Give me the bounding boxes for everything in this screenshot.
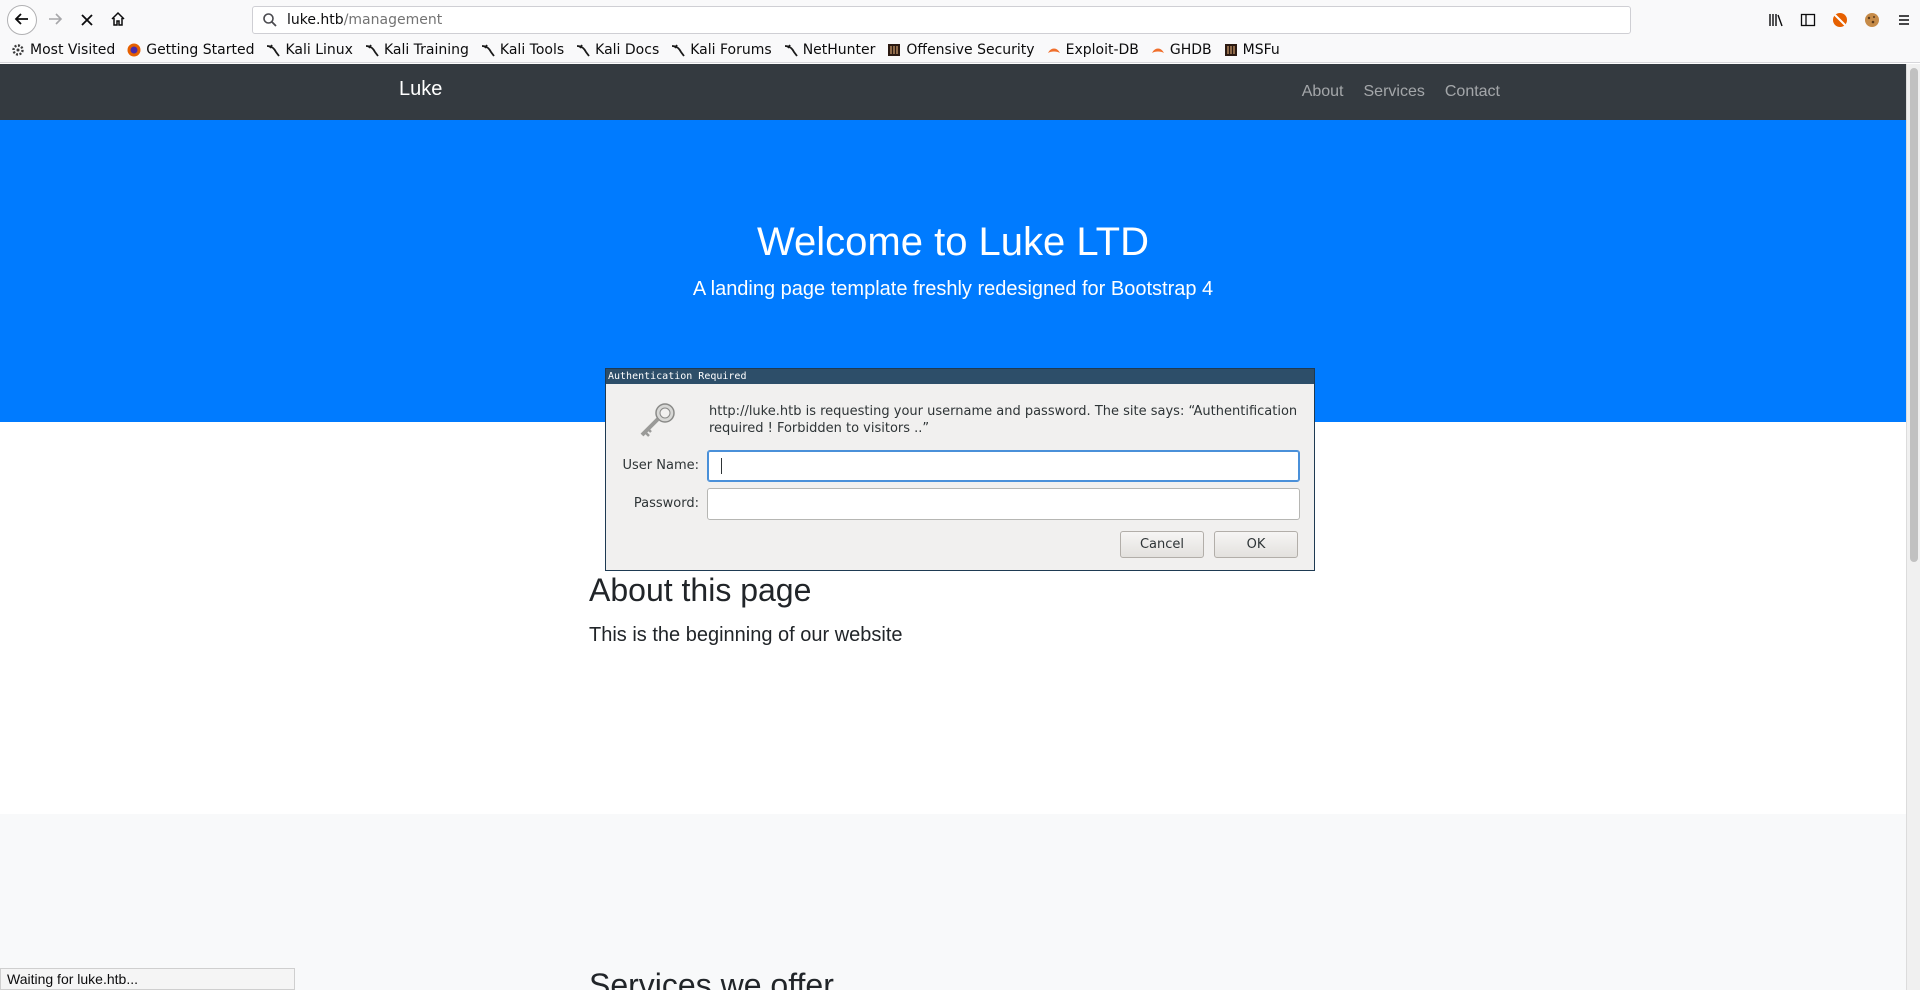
home-icon	[110, 10, 126, 30]
nav-link-about[interactable]: About	[1302, 83, 1344, 101]
bookmark-exploit-db[interactable]: Exploit-DB	[1046, 42, 1139, 58]
sidebar-icon[interactable]	[1792, 8, 1824, 32]
bookmark-kali-forums[interactable]: Kali Forums	[670, 42, 772, 58]
scrollbar-thumb[interactable]	[1910, 68, 1918, 562]
address-bar[interactable]: luke.htb/management	[252, 6, 1631, 34]
offsec-icon	[1223, 42, 1239, 58]
nav-link-services[interactable]: Services	[1364, 83, 1425, 101]
cancel-button[interactable]: Cancel	[1120, 531, 1204, 558]
offsec-icon	[886, 42, 902, 58]
password-label: Password:	[633, 496, 699, 511]
kali-dragon-icon	[575, 42, 591, 58]
nav-link-contact[interactable]: Contact	[1445, 83, 1500, 101]
cookie-icon[interactable]	[1856, 8, 1888, 32]
site-nav-links: About Services Contact	[1282, 83, 1500, 101]
forward-button[interactable]	[41, 6, 69, 34]
services-section	[0, 814, 1906, 990]
kali-dragon-icon	[480, 42, 496, 58]
kali-dragon-icon	[783, 42, 799, 58]
gear-icon	[10, 42, 26, 58]
password-field[interactable]	[707, 488, 1300, 520]
auth-dialog: Authentication Required http://luke.htb …	[605, 368, 1315, 571]
bookmark-kali-tools[interactable]: Kali Tools	[480, 42, 564, 58]
page-scrollbar[interactable]	[1906, 64, 1920, 990]
exploitdb-icon	[1150, 42, 1166, 58]
bookmark-ghdb[interactable]: GHDB	[1150, 42, 1212, 58]
stop-button[interactable]	[73, 6, 101, 34]
key-icon	[636, 399, 680, 447]
firefox-icon	[126, 42, 142, 58]
services-title: Services we offer	[589, 967, 834, 990]
hero-title: Welcome to Luke LTD	[756, 220, 1149, 264]
text-caret	[721, 458, 722, 474]
exploitdb-icon	[1046, 42, 1062, 58]
bookmarks-toolbar: Most Visited Getting Started Kali Linux …	[10, 38, 1291, 62]
url-host: luke.htb	[287, 12, 344, 28]
status-panel: Waiting for luke.htb...	[0, 968, 295, 990]
bookmark-offensive-security[interactable]: Offensive Security	[886, 42, 1035, 58]
ok-button[interactable]: OK	[1214, 531, 1298, 558]
bookmark-nethunter[interactable]: NetHunter	[783, 42, 875, 58]
kali-dragon-icon	[670, 42, 686, 58]
about-text: This is the beginning of our website	[589, 624, 903, 646]
dialog-message: http://luke.htb is requesting your usern…	[709, 404, 1298, 436]
bookmark-msfu[interactable]: MSFu	[1223, 42, 1280, 58]
bookmark-kali-docs[interactable]: Kali Docs	[575, 42, 659, 58]
username-label: User Name:	[622, 458, 700, 473]
bookmark-kali-training[interactable]: Kali Training	[364, 42, 469, 58]
back-button[interactable]	[7, 5, 37, 35]
arrow-right-icon	[47, 10, 63, 30]
site-brand[interactable]: Luke	[399, 78, 442, 101]
bookmark-most-visited[interactable]: Most Visited	[10, 42, 115, 58]
bookmark-kali-linux[interactable]: Kali Linux	[265, 42, 353, 58]
site-navbar: Luke About Services Contact	[0, 64, 1906, 120]
username-field[interactable]	[707, 450, 1300, 482]
kali-dragon-icon	[265, 42, 281, 58]
noscript-icon[interactable]	[1824, 8, 1856, 32]
home-button[interactable]	[104, 6, 132, 34]
search-icon	[253, 12, 287, 28]
toolbar-right	[1760, 8, 1920, 32]
kali-dragon-icon	[364, 42, 380, 58]
url-path: /management	[343, 12, 443, 28]
dialog-title: Authentication Required	[606, 369, 1314, 384]
about-title: About this page	[589, 572, 812, 608]
hero-subtitle: A landing page template freshly redesign…	[692, 278, 1214, 300]
library-icon[interactable]	[1760, 8, 1792, 32]
browser-toolbar: luke.htb/management Most Visited Getting…	[0, 0, 1920, 63]
close-icon	[80, 10, 94, 30]
menu-icon[interactable]	[1888, 8, 1920, 32]
arrow-left-icon	[14, 10, 30, 30]
bookmark-getting-started[interactable]: Getting Started	[126, 42, 254, 58]
